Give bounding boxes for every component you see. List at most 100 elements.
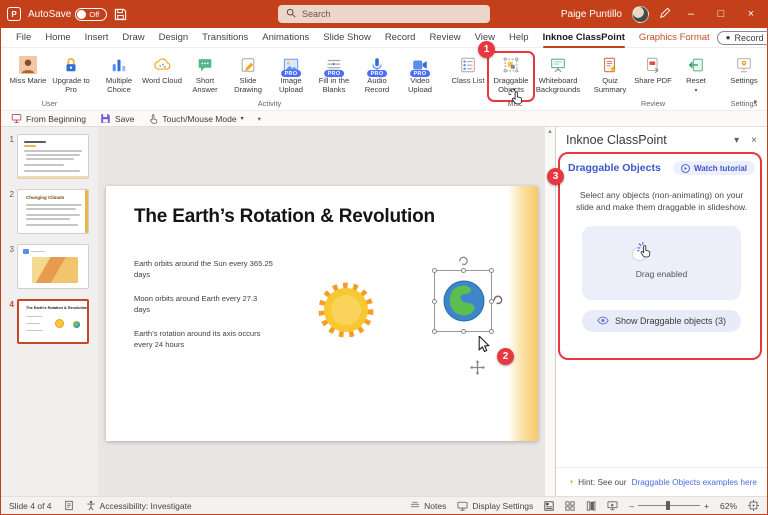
slide-sorter-view-button[interactable] <box>565 500 575 511</box>
bullet-3[interactable]: Earth’s rotation around its axis occurs … <box>134 328 274 351</box>
tab-insert[interactable]: Insert <box>78 30 116 45</box>
tab-draw[interactable]: Draw <box>115 30 151 45</box>
reset-button[interactable]: Reset ▾ <box>675 53 717 94</box>
hint-link[interactable]: Draggable Objects examples here <box>632 477 757 487</box>
thumbnail-row-4[interactable]: 4 The Earth’s Rotation & Revolution <box>3 299 94 344</box>
autosave-toggle[interactable]: Off <box>75 7 108 21</box>
selection-handle[interactable] <box>489 268 494 273</box>
slide-2-thumbnail[interactable]: Changing Climate <box>17 189 89 234</box>
rotation-handle-icon[interactable] <box>457 254 470 272</box>
slide-body-text[interactable]: Earth orbits around the Sun every 365.25… <box>134 258 274 362</box>
panel-close-icon[interactable]: × <box>751 135 757 146</box>
pen-icon[interactable] <box>659 7 671 22</box>
slide-editor-canvas[interactable]: The Earth’s Rotation & Revolution Earth … <box>98 127 555 496</box>
quiz-summary-button[interactable]: Quiz Summary <box>589 53 631 94</box>
display-settings-button[interactable]: Display Settings <box>457 501 533 511</box>
selection-handle[interactable] <box>432 329 437 334</box>
tab-help[interactable]: Help <box>502 30 536 45</box>
user-name[interactable]: Paige Puntillo <box>561 9 622 20</box>
slideshow-view-button[interactable] <box>607 500 618 511</box>
spellcheck-icon[interactable] <box>64 500 74 511</box>
tab-file[interactable]: File <box>9 30 38 45</box>
slide-counter[interactable]: Slide 4 of 4 <box>9 501 52 511</box>
video-camera-icon: PRO <box>410 55 430 77</box>
zoom-slider[interactable]: – + <box>629 501 709 511</box>
close-button[interactable]: × <box>741 8 761 20</box>
qat-save-button[interactable]: Save <box>100 113 134 124</box>
zoom-level[interactable]: 62% <box>720 501 737 511</box>
thumbnail-row-2[interactable]: 2 Changing Climate <box>3 189 94 234</box>
tab-inknoe-classpoint[interactable]: Inknoe ClassPoint <box>536 30 632 48</box>
save-icon[interactable] <box>114 8 127 21</box>
slide-drawing-button[interactable]: Slide Drawing <box>227 53 269 94</box>
button-label: Upgrade to Pro <box>52 76 90 95</box>
short-answer-button[interactable]: Short Answer <box>184 53 226 94</box>
zoom-in-icon[interactable]: + <box>704 501 709 511</box>
image-upload-button[interactable]: PRO Image Upload <box>270 53 312 94</box>
thumbnail-row-1[interactable]: 1 <box>3 134 94 179</box>
selection-handle[interactable] <box>432 298 437 304</box>
class-list-button[interactable]: Class List <box>447 53 489 85</box>
miss-marie-button[interactable]: Miss Marie <box>7 53 49 85</box>
fill-in-the-blanks-button[interactable]: PRO Fill in the Blanks <box>313 53 355 94</box>
thumbnail-row-3[interactable]: 3 <box>3 244 94 289</box>
slide-canvas[interactable]: The Earth’s Rotation & Revolution Earth … <box>106 186 538 441</box>
from-beginning-label: From Beginning <box>26 113 87 124</box>
bullet-1[interactable]: Earth orbits around the Sun every 365.25… <box>134 258 274 281</box>
tab-home[interactable]: Home <box>38 30 77 45</box>
normal-view-button[interactable] <box>544 500 554 511</box>
panel-collapse-icon[interactable]: ▾ <box>734 135 739 146</box>
collapse-ribbon-icon[interactable]: ▾ <box>753 98 757 106</box>
zoom-out-icon[interactable]: – <box>629 501 634 511</box>
tab-record[interactable]: Record <box>378 30 423 45</box>
search-bar[interactable] <box>278 5 490 23</box>
video-upload-button[interactable]: PRO Video Upload <box>399 53 441 94</box>
show-draggable-objects-button[interactable]: Show Draggable objects (3) <box>582 309 741 332</box>
tab-design[interactable]: Design <box>152 30 196 45</box>
accessibility-checker[interactable]: Accessibility: Investigate <box>86 500 192 511</box>
tab-animations[interactable]: Animations <box>255 30 316 45</box>
autosave-control[interactable]: AutoSave Off <box>28 7 108 21</box>
qat-customize-icon[interactable]: ▾ <box>258 115 261 123</box>
selection-handle[interactable] <box>489 329 494 334</box>
reading-view-button[interactable] <box>586 500 596 511</box>
button-label: Fill in the Blanks <box>318 76 350 95</box>
tab-transitions[interactable]: Transitions <box>195 30 255 45</box>
button-label: Settings <box>730 76 758 85</box>
slide-4-thumbnail[interactable]: The Earth’s Rotation & Revolution <box>17 299 89 344</box>
maximize-button[interactable]: □ <box>711 8 731 20</box>
slide-1-thumbnail[interactable] <box>17 134 89 179</box>
user-avatar[interactable] <box>632 5 649 23</box>
tab-slide-show[interactable]: Slide Show <box>316 30 378 45</box>
tab-graphics-format[interactable]: Graphics Format <box>632 30 717 45</box>
selection-handle[interactable] <box>460 329 466 334</box>
record-button[interactable]: ● Record <box>716 30 768 45</box>
draggable-objects-button[interactable]: 1 Draggable Objects <box>478 41 535 105</box>
bullet-2[interactable]: Moon orbits around Earth every 27.3 days <box>134 293 274 316</box>
drag-enabled-card[interactable]: Drag enabled <box>582 225 741 300</box>
slide-3-thumbnail[interactable] <box>17 244 89 289</box>
minimize-button[interactable]: – <box>681 8 701 20</box>
word-cloud-button[interactable]: Word Cloud <box>141 53 183 85</box>
settings-button[interactable]: Settings <box>723 53 765 85</box>
search-input[interactable] <box>302 9 462 19</box>
touch-mouse-mode-button[interactable]: Touch/Mouse Mode ▾ <box>148 113 244 124</box>
whiteboard-backgrounds-button[interactable]: Whiteboard Backgrounds <box>533 53 583 94</box>
from-beginning-button[interactable]: From Beginning <box>11 113 86 124</box>
notes-button[interactable]: Notes <box>410 501 446 511</box>
share-pdf-button[interactable]: Share PDF <box>632 53 674 85</box>
editor-vertical-scrollbar[interactable]: ▲ <box>544 127 555 496</box>
upgrade-to-pro-button[interactable]: Upgrade to Pro <box>50 53 92 94</box>
fit-to-window-button[interactable] <box>748 500 759 511</box>
sun-illustration[interactable] <box>314 278 378 347</box>
selection-handle[interactable] <box>432 268 437 273</box>
audio-record-button[interactable]: PRO Audio Record <box>356 53 398 94</box>
zoom-slider-thumb[interactable] <box>665 501 670 510</box>
multiple-choice-button[interactable]: Multiple Choice <box>98 53 140 94</box>
tab-review[interactable]: Review <box>422 30 467 45</box>
hint-row: Hint: See our Draggable Objects examples… <box>556 467 767 490</box>
earth-selection-frame[interactable] <box>432 256 503 334</box>
slide-title[interactable]: The Earth’s Rotation & Revolution <box>134 206 435 228</box>
scroll-up-icon[interactable]: ▲ <box>547 129 553 496</box>
watch-tutorial-button[interactable]: Watch tutorial <box>672 161 755 175</box>
